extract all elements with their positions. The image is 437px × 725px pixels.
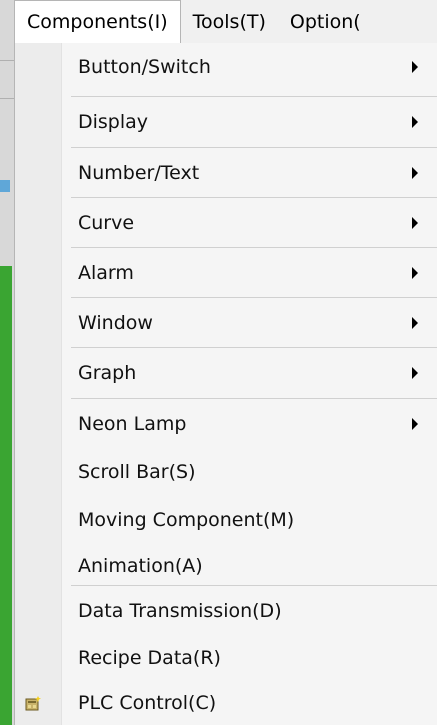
menu-item-animation[interactable]: Animation(A) — [15, 542, 437, 590]
menu-item-plc-control[interactable]: PLC Control(C) — [15, 680, 437, 725]
menu-separator — [71, 297, 437, 298]
menu-bar: Components(I) Tools(T) Option( — [14, 0, 437, 44]
submenu-arrow-icon — [412, 167, 418, 179]
submenu-arrow-icon — [412, 317, 418, 329]
menu-item-label: Recipe Data(R) — [78, 647, 221, 669]
menu-item-recipe-data[interactable]: Recipe Data(R) — [15, 634, 437, 682]
menu-option[interactable]: Option( — [278, 0, 361, 43]
menu-item-label: Scroll Bar(S) — [78, 461, 196, 483]
menu-tools-label: Tools(T) — [192, 10, 266, 33]
menu-separator — [71, 347, 437, 348]
menu-separator — [71, 96, 437, 97]
submenu-arrow-icon — [412, 116, 418, 128]
submenu-arrow-icon — [412, 267, 418, 279]
submenu-arrow-icon — [412, 217, 418, 229]
menu-item-label: Curve — [78, 212, 135, 234]
menu-item-label: PLC Control(C) — [78, 691, 217, 714]
menu-separator — [71, 147, 437, 148]
menu-item-label: Alarm — [78, 262, 134, 284]
menu-item-label: Window — [78, 312, 153, 334]
menu-item-label: Data Transmission(D) — [78, 600, 282, 622]
plc-control-icon — [25, 695, 41, 710]
menu-item-curve[interactable]: Curve — [15, 199, 437, 247]
menu-item-graph[interactable]: Graph — [15, 349, 437, 397]
menu-item-label: Number/Text — [78, 162, 200, 184]
submenu-arrow-icon — [412, 418, 418, 430]
menu-item-button-switch[interactable]: Button/Switch — [15, 43, 437, 91]
menu-item-moving-component[interactable]: Moving Component(M) — [15, 496, 437, 544]
menu-item-number-text[interactable]: Number/Text — [15, 149, 437, 197]
menu-item-data-transmission[interactable]: Data Transmission(D) — [15, 587, 437, 635]
menu-tools[interactable]: Tools(T) — [181, 0, 278, 43]
menu-item-label: Neon Lamp — [78, 413, 187, 435]
menu-item-alarm[interactable]: Alarm — [15, 249, 437, 297]
app-window: Components(I) Tools(T) Option( Button/Sw… — [0, 0, 437, 725]
submenu-arrow-icon — [412, 367, 418, 379]
background-window-edge — [0, 0, 14, 725]
submenu-arrow-icon — [412, 61, 418, 73]
menu-option-label: Option( — [289, 10, 361, 33]
menu-separator — [71, 585, 437, 586]
menu-item-label: Animation(A) — [78, 555, 203, 577]
menu-components-label: Components(I) — [27, 11, 168, 33]
menu-components[interactable]: Components(I) — [14, 0, 181, 43]
menu-separator — [71, 398, 437, 399]
menu-item-label: Button/Switch — [78, 56, 211, 78]
menu-item-neon-lamp[interactable]: Neon Lamp — [15, 400, 437, 448]
menu-separator — [71, 247, 437, 248]
components-dropdown-menu: Button/Switch Display Number/Text Curve … — [14, 43, 437, 725]
menu-separator — [71, 197, 437, 198]
menu-item-display[interactable]: Display — [15, 98, 437, 146]
menu-item-label: Display — [78, 111, 149, 133]
menu-item-scroll-bar[interactable]: Scroll Bar(S) — [15, 448, 437, 496]
menu-item-window[interactable]: Window — [15, 299, 437, 347]
menu-item-label: Moving Component(M) — [78, 509, 295, 531]
menu-item-label: Graph — [78, 362, 137, 384]
